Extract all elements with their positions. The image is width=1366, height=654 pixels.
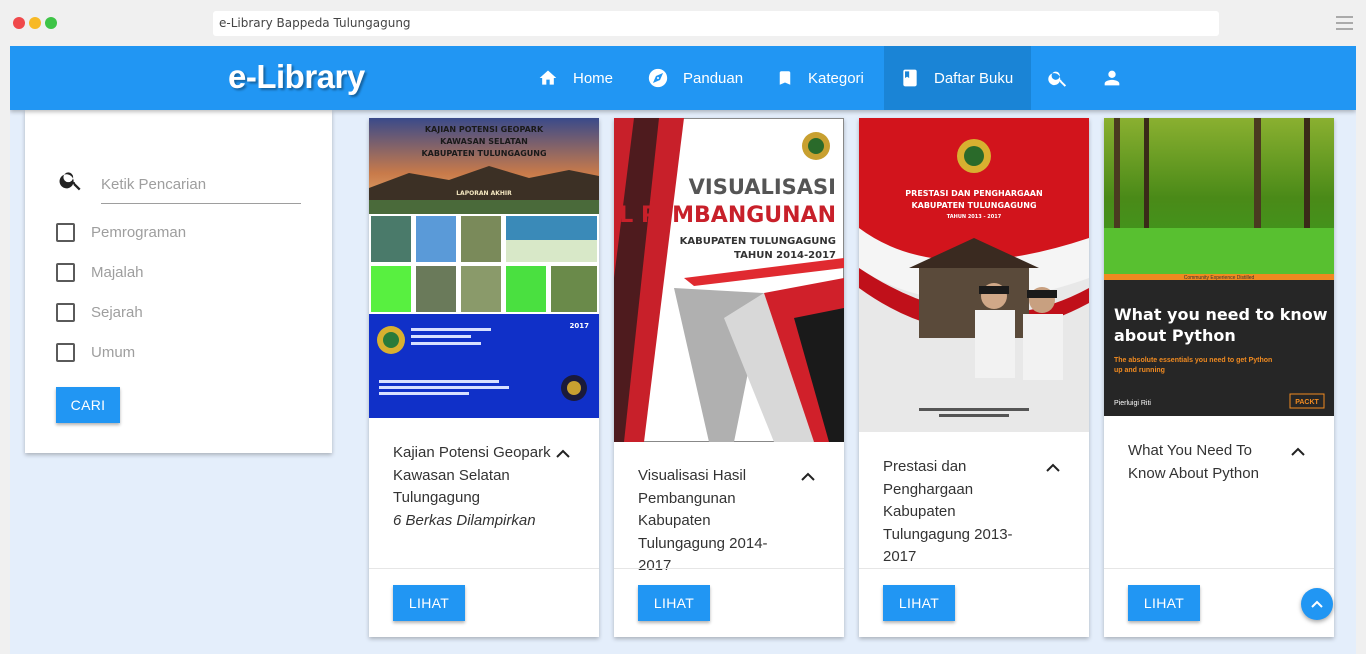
address-bar[interactable]: e-Library Bappeda Tulungagung	[213, 11, 1219, 36]
cover-heading-line: KABUPATEN TULUNGAGUNG	[421, 149, 546, 158]
book-icon	[903, 69, 917, 87]
chevron-up-icon[interactable]	[801, 472, 815, 482]
nav-kategori-label: Kategori	[808, 69, 864, 87]
cover-year: 2017	[570, 322, 590, 330]
cover-title-line1: VISUALISASI	[689, 175, 836, 199]
search-icon	[59, 172, 81, 191]
book-card: KAJIAN POTENSI GEOPARK KAWASAN SELATAN K…	[369, 118, 599, 637]
lihat-button[interactable]: LIHAT	[393, 585, 465, 621]
book-title: Kajian Potensi Geopark Kawasan Selatan T…	[393, 442, 553, 532]
search-input[interactable]	[101, 166, 301, 204]
cover-title-line3: TAHUN 2013 - 2017	[947, 214, 1002, 220]
lihat-button[interactable]: LIHAT	[1128, 585, 1200, 621]
nav-panduan-label: Panduan	[683, 69, 744, 87]
nav-kategori[interactable]: Kategori	[776, 46, 864, 110]
cover-title-line1: PRESTASI DAN PENGHARGAAN	[905, 189, 1042, 198]
brand-logo[interactable]: e-Library	[228, 58, 365, 96]
checkbox[interactable]	[56, 343, 75, 362]
nav-panduan[interactable]: Panduan	[647, 46, 743, 110]
cover-heading-line: KAWASAN SELATAN	[440, 137, 528, 146]
chevron-up-icon[interactable]	[1291, 447, 1305, 457]
lihat-button[interactable]: LIHAT	[883, 585, 955, 621]
search-icon	[1048, 71, 1067, 87]
book-cover-geopark[interactable]: KAJIAN POTENSI GEOPARK KAWASAN SELATAN K…	[369, 118, 599, 418]
close-window-dot[interactable]	[13, 17, 25, 29]
cover-title-line3: KABUPATEN TULUNGAGUNG	[680, 236, 836, 247]
nav-home-label: Home	[573, 69, 614, 87]
navbar: e-Library Home Panduan Kategori Daftar B…	[10, 46, 1356, 110]
book-cover-prestasi[interactable]: PRESTASI DAN PENGHARGAAN KABUPATEN TULUN…	[859, 118, 1089, 432]
book-title: Visualisasi Hasil Pembangunan Kabupaten …	[638, 467, 768, 574]
card-divider	[1104, 568, 1334, 569]
nav-daftar-buku-label: Daftar Buku	[934, 69, 1014, 87]
cover-author: Pierluigi Riti	[1114, 400, 1151, 407]
book-cover-visualisasi[interactable]: VISUALISASI HASIL PEMBANGUNAN KABUPATEN …	[614, 118, 844, 442]
cari-button[interactable]: CARI	[56, 387, 120, 423]
compass-icon	[648, 68, 668, 88]
bookmark-icon	[779, 71, 791, 85]
checkbox[interactable]	[56, 303, 75, 322]
book-card: PRESTASI DAN PENGHARGAAN KABUPATEN TULUN…	[859, 118, 1089, 637]
checkbox-label: Sejarah	[91, 304, 143, 321]
book-card: VISUALISASI HASIL PEMBANGUNAN KABUPATEN …	[614, 118, 844, 637]
checkbox-label: Majalah	[91, 264, 144, 281]
checkbox-label: Pemrograman	[91, 224, 187, 241]
book-title: Prestasi dan Penghargaan Kabupaten Tulun…	[883, 458, 1013, 565]
nav-daftar-buku[interactable]: Daftar Buku	[884, 46, 1031, 110]
category-checkbox-pemrograman[interactable]: Pemrograman	[56, 223, 186, 242]
home-icon	[539, 70, 557, 85]
nav-user-button[interactable]	[1100, 46, 1124, 110]
minimize-window-dot[interactable]	[29, 17, 41, 29]
book-card: Community Experience Distilled What you …	[1104, 118, 1334, 637]
page-viewport: e-Library Home Panduan Kategori Daftar B…	[10, 46, 1356, 654]
card-divider	[614, 568, 844, 569]
chevron-up-icon[interactable]	[1046, 463, 1060, 473]
scroll-to-top-button[interactable]	[1301, 588, 1333, 620]
cover-title-line2: KABUPATEN TULUNGAGUNG	[911, 201, 1036, 210]
maximize-window-dot[interactable]	[45, 17, 57, 29]
cover-tag: LAPORAN AKHIR	[456, 190, 512, 197]
chevron-up-icon	[1311, 600, 1323, 608]
book-cover-python[interactable]: Community Experience Distilled What you …	[1104, 118, 1334, 416]
card-divider	[369, 568, 599, 569]
cover-publisher: PACKT	[1295, 399, 1319, 406]
chevron-up-icon[interactable]	[556, 449, 570, 459]
browser-chrome: e-Library Bappeda Tulungagung	[0, 0, 1366, 46]
checkbox[interactable]	[56, 263, 75, 282]
nav-home[interactable]: Home	[537, 46, 613, 110]
checkbox-label: Umum	[91, 344, 136, 361]
category-checkbox-majalah[interactable]: Majalah	[56, 263, 144, 282]
book-title-text: Kajian Potensi Geopark Kawasan Selatan T…	[393, 444, 551, 506]
cover-heading-line: KAJIAN POTENSI GEOPARK	[425, 125, 544, 134]
cover-title-line4: TAHUN 2014-2017	[734, 250, 836, 261]
cover-title-line2: HASIL PEMBANGUNAN	[614, 203, 836, 228]
nav-search-button[interactable]	[1046, 46, 1070, 110]
filter-card: Pemrograman Majalah Sejarah Umum CARI	[25, 110, 332, 453]
book-attachment-count: 6 Berkas Dilampirkan	[393, 511, 536, 529]
browser-menu-icon[interactable]	[1336, 16, 1353, 30]
category-checkbox-umum[interactable]: Umum	[56, 343, 135, 362]
category-checkbox-sejarah[interactable]: Sejarah	[56, 303, 143, 322]
user-icon	[1104, 70, 1120, 86]
book-title: What You Need To Know About Python	[1128, 442, 1259, 482]
checkbox[interactable]	[56, 223, 75, 242]
card-divider	[859, 568, 1089, 569]
lihat-button[interactable]: LIHAT	[638, 585, 710, 621]
